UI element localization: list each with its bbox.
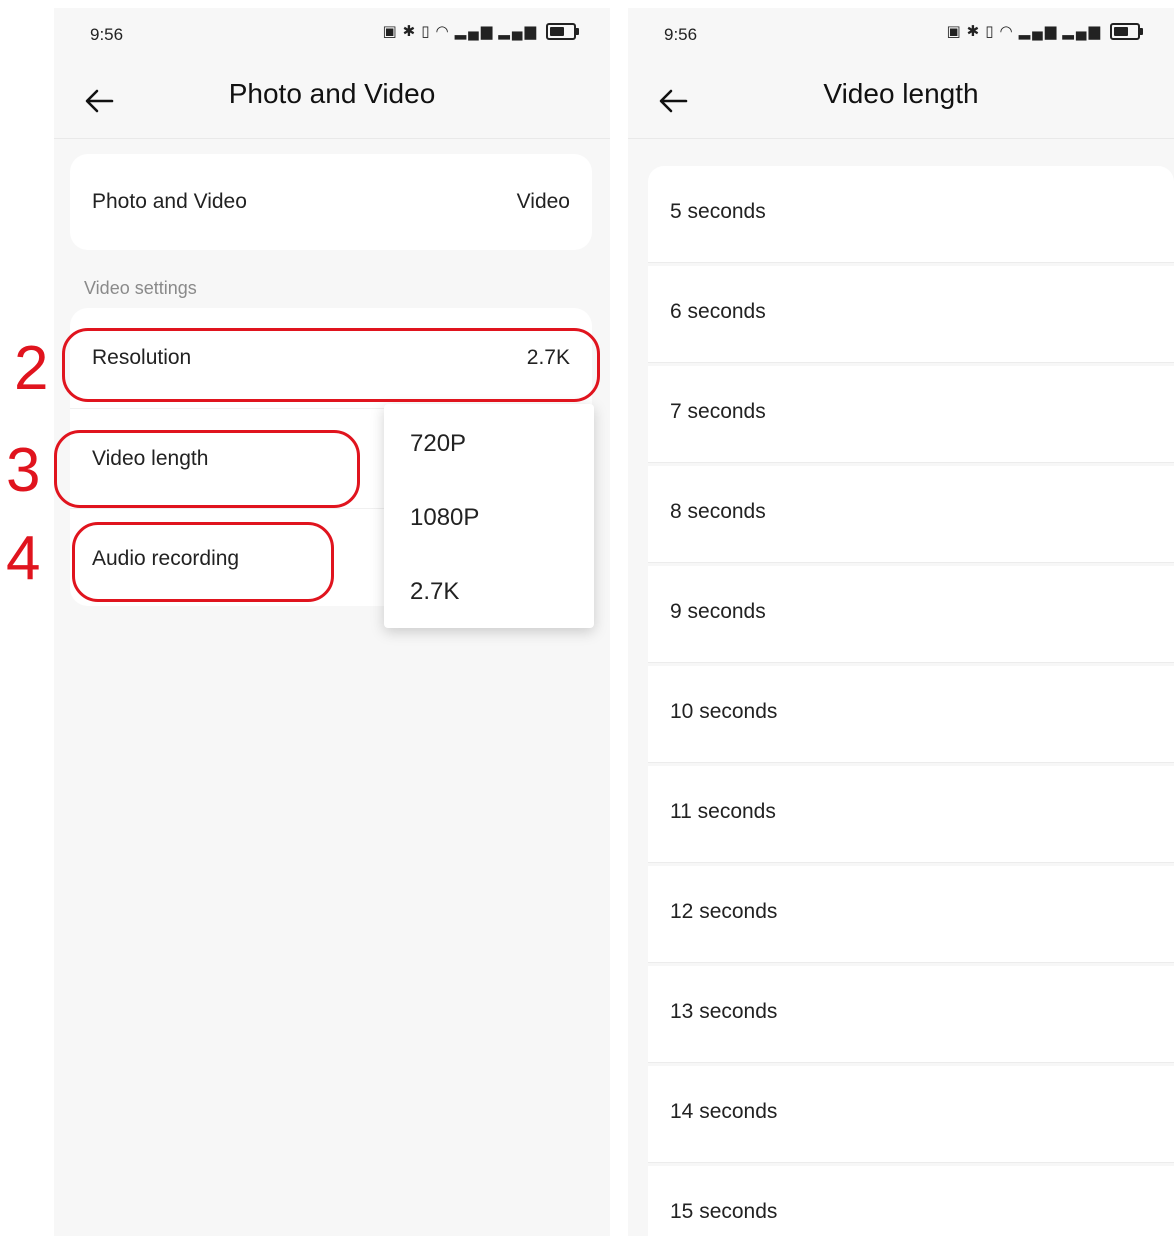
video-length-option-label: 9 seconds — [670, 600, 766, 623]
status-bar: 9:56 ▣ ✱ ▯ ◠ ▂▄▆ ▂▄▆ — [54, 8, 610, 62]
bluetooth-icon: ✱ — [966, 23, 982, 40]
signal-icon: ▂▄▆ — [1018, 23, 1059, 40]
top-app-bar: Photo and Video — [54, 62, 610, 139]
vibrate-icon: ▯ — [985, 23, 996, 40]
video-length-option[interactable]: 6 seconds — [648, 266, 1174, 363]
wifi-icon: ◠ — [435, 23, 451, 40]
signal-icon: ▂▄▆ — [454, 23, 495, 40]
nfc-icon: ▣ — [946, 23, 963, 40]
video-length-option[interactable]: 5 seconds — [648, 166, 1174, 263]
battery-icon — [1110, 22, 1143, 40]
video-length-option[interactable]: 15 seconds — [648, 1166, 1174, 1236]
annotation-ring-video-length — [54, 430, 360, 508]
nfc-icon: ▣ — [382, 23, 399, 40]
status-icons: ▣ ✱ ▯ ◠ ▂▄▆ ▂▄▆ — [382, 22, 579, 40]
mode-row-value: Video — [516, 190, 570, 213]
video-length-option-label: 10 seconds — [670, 700, 778, 723]
annotation-number-2: 2 — [14, 334, 49, 403]
video-length-option-label: 15 seconds — [670, 1200, 778, 1223]
video-length-option[interactable]: 13 seconds — [648, 966, 1174, 1063]
status-time: 9:56 — [90, 25, 124, 44]
top-app-bar: Video length — [628, 62, 1174, 139]
menu-item-2-7k[interactable]: 2.7K — [410, 578, 459, 606]
video-length-option-label: 7 seconds — [670, 400, 766, 423]
video-length-option[interactable]: 12 seconds — [648, 866, 1174, 963]
resolution-dropdown-menu: 720P 1080P 2.7K — [384, 404, 594, 628]
video-length-option[interactable]: 9 seconds — [648, 566, 1174, 663]
section-title: Video settings — [84, 278, 197, 298]
annotation-number-4: 4 — [6, 524, 41, 593]
video-length-option[interactable]: 10 seconds — [648, 666, 1174, 763]
video-length-option[interactable]: 11 seconds — [648, 766, 1174, 863]
status-bar: 9:56 ▣ ✱ ▯ ◠ ▂▄▆ ▂▄▆ — [628, 8, 1174, 62]
video-length-option[interactable]: 14 seconds — [648, 1066, 1174, 1163]
battery-icon — [546, 22, 579, 40]
video-length-option-label: 13 seconds — [670, 1000, 778, 1023]
video-length-option[interactable]: 8 seconds — [648, 466, 1174, 563]
annotation-ring-audio — [72, 522, 334, 602]
menu-item-720p[interactable]: 720P — [410, 430, 466, 458]
wifi-icon: ◠ — [999, 23, 1015, 40]
signal-icon: ▂▄▆ — [498, 23, 538, 40]
page-title: Photo and Video — [228, 78, 436, 109]
video-length-option-label: 14 seconds — [670, 1100, 778, 1123]
video-length-option[interactable]: 7 seconds — [648, 366, 1174, 463]
menu-item-1080p[interactable]: 1080P — [410, 504, 479, 532]
mode-row-label: Photo and Video — [92, 190, 247, 213]
video-length-option-label: 12 seconds — [670, 900, 778, 923]
status-icons: ▣ ✱ ▯ ◠ ▂▄▆ ▂▄▆ — [946, 22, 1143, 40]
video-length-option-label: 5 seconds — [670, 200, 766, 223]
video-length-option-label: 6 seconds — [670, 300, 766, 323]
annotation-ring-resolution — [62, 328, 600, 402]
page-title: Video length — [823, 78, 979, 109]
video-length-option-label: 8 seconds — [670, 500, 766, 523]
annotation-number-3: 3 — [6, 436, 41, 505]
signal-icon: ▂▄▆ — [1062, 23, 1102, 40]
photo-video-screen: 9:56 ▣ ✱ ▯ ◠ ▂▄▆ ▂▄▆ Photo and Video Pho… — [54, 8, 610, 1236]
mode-row[interactable]: Photo and Video Video — [70, 154, 592, 250]
video-length-screen: 9:56 ▣ ✱ ▯ ◠ ▂▄▆ ▂▄▆ Video length 5 seco… — [628, 8, 1174, 1236]
video-length-option-label: 11 seconds — [670, 800, 776, 823]
bluetooth-icon: ✱ — [402, 23, 418, 40]
vibrate-icon: ▯ — [421, 23, 432, 40]
status-time: 9:56 — [664, 25, 698, 44]
